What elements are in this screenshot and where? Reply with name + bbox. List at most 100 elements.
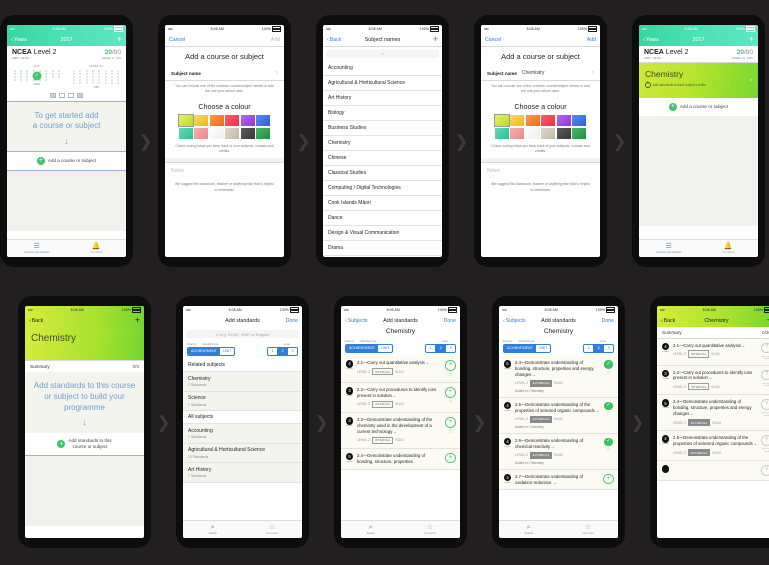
done-button[interactable]: Done	[286, 318, 298, 324]
ncea-level-row[interactable]: NCEA Level 2 20/80	[639, 46, 758, 57]
back-button[interactable]: ‹ Back	[327, 37, 341, 43]
segment-unit[interactable]: UNIT	[220, 348, 234, 355]
ncea-level-row[interactable]: NCEA Level 2 20/80	[7, 46, 126, 57]
swatch-white[interactable]	[525, 127, 540, 139]
standard-row[interactable]: ?	[657, 461, 769, 481]
swatch-salmon[interactable]	[194, 127, 209, 139]
swatch-green[interactable]	[256, 127, 271, 139]
standard-row[interactable]: 4 credits 2.6—Demonstrate understanding …	[499, 433, 618, 470]
level-selector[interactable]: 1 2 3	[267, 346, 298, 356]
star-icon[interactable]: ☆	[448, 429, 453, 436]
segment-achievement[interactable]: ACHIEVEMENT	[504, 344, 536, 352]
back-button-subjects[interactable]: ‹ Subjects	[503, 318, 526, 324]
swatch-blue[interactable]	[256, 115, 271, 127]
segment-unit[interactable]: UNIT	[378, 345, 392, 352]
list-item[interactable]: Business Studies	[323, 121, 442, 136]
list-item[interactable]: Chinese	[323, 151, 442, 166]
enter-result-icon[interactable]: ?	[761, 369, 769, 380]
star-icon[interactable]: ☆	[606, 370, 611, 377]
standard-row[interactable]: 4 credits 2.5—Demonstrate understanding …	[499, 397, 618, 434]
list-item[interactable]: Cook Islands Māori	[323, 196, 442, 211]
swatch-yellow-green[interactable]	[494, 114, 510, 127]
swatch-white[interactable]	[209, 127, 224, 139]
swatch-green[interactable]	[572, 127, 587, 139]
add-button[interactable]: +	[433, 35, 438, 44]
cancel-button[interactable]: Cancel	[485, 37, 501, 43]
summary-row[interactable]: Summary 0/20	[657, 327, 769, 338]
enter-result-icon[interactable]: ?	[761, 342, 769, 353]
swatch-purple[interactable]	[240, 115, 255, 127]
swatch-salmon[interactable]	[510, 127, 525, 139]
standard-added-check-icon[interactable]: ✓	[604, 437, 613, 447]
swatch-yellow[interactable]	[194, 115, 209, 127]
swatch-teal[interactable]	[178, 127, 193, 139]
tab-search[interactable]: ⌕ Search	[499, 521, 559, 538]
star-icon[interactable]: ☆	[606, 412, 611, 418]
back-button-subjects[interactable]: ‹ Subjects	[345, 318, 368, 324]
tab-courses-and-subjects[interactable]: ☰ Courses and Subjects	[639, 240, 699, 257]
swatch-orange[interactable]	[209, 115, 224, 127]
list-item[interactable]: Agricultural & Horticultural Science	[323, 76, 442, 91]
level-3[interactable]: 3	[446, 345, 455, 352]
swatch-beige[interactable]	[225, 127, 240, 139]
summary-row[interactable]: Summary 0/0	[25, 360, 144, 372]
segment-unit[interactable]: UNIT	[536, 345, 550, 352]
add-standard-icon[interactable]: +	[445, 387, 456, 398]
add-course-row[interactable]: + Add a course or subject	[7, 151, 126, 170]
course-card-chemistry[interactable]: Chemistry Add standards to track subject…	[639, 62, 758, 98]
standard-type-segmented-control[interactable]: ACHIEVEMENT UNIT	[503, 343, 552, 353]
add-course-row[interactable]: + Add a course or subject	[639, 97, 758, 116]
swatch-yellow-green[interactable]	[178, 114, 194, 127]
level-2[interactable]: 2	[278, 347, 289, 355]
list-item[interactable]: Accounting	[323, 61, 442, 76]
search-input[interactable]: ⌕	[326, 49, 439, 58]
list-item[interactable]: Chemistry	[323, 136, 442, 151]
back-button-years[interactable]: ‹ Years	[11, 37, 27, 43]
tab-favourites[interactable]: ☆ Favourites	[559, 521, 619, 538]
standard-row[interactable]: 4 credits 2.1—Carry out quantitative ana…	[341, 356, 460, 384]
add-button[interactable]: +	[749, 35, 754, 44]
list-item[interactable]: Chemistry 7 Standards	[183, 372, 302, 392]
standard-row[interactable]: 3 credits 2.2—Carry out procedures to id…	[341, 383, 460, 414]
done-button[interactable]: Done	[444, 318, 456, 324]
level-1[interactable]: 1	[268, 347, 279, 355]
notes-input[interactable]: Notes	[165, 162, 284, 179]
swatch-darkgrey[interactable]	[240, 127, 255, 139]
list-item[interactable]: Art History 7 Standards	[183, 463, 302, 483]
swatch-teal[interactable]	[494, 127, 509, 139]
page-indicator[interactable]	[7, 91, 126, 101]
back-button[interactable]: ‹ Back	[29, 318, 43, 324]
swatch-red[interactable]	[225, 115, 240, 127]
standard-row[interactable]: 4 credits 2.5—Demonstrate understanding …	[657, 431, 769, 462]
swatch-beige[interactable]	[541, 127, 556, 139]
list-item[interactable]: Agricultural & Horticultural Science 13 …	[183, 443, 302, 464]
standard-row[interactable]: 3 credits 2.3—Demonstrate understanding …	[341, 413, 460, 449]
search-input[interactable]: ⌕ e.g. 91337, 5957 or English	[186, 330, 299, 338]
segment-achievement[interactable]: ACHIEVEMENT	[188, 347, 220, 355]
list-item[interactable]: Biology	[323, 106, 442, 121]
notes-input[interactable]: Notes	[481, 162, 600, 179]
tab-favourites[interactable]: ☆ Favourites	[243, 521, 303, 538]
list-item[interactable]: Design & Visual Communication	[323, 226, 442, 241]
list-item[interactable]: Art History	[323, 91, 442, 106]
star-icon[interactable]: ☆	[448, 372, 453, 379]
tab-favourites[interactable]: ☆ Favourites	[401, 521, 461, 538]
standard-row[interactable]: 5 credits 2.4—Demonstrate understanding …	[657, 395, 769, 432]
standard-row[interactable]: 4 credits 2.1—Carry out quantitative ana…	[657, 338, 769, 366]
add-button[interactable]: Add	[587, 37, 596, 43]
star-icon[interactable]: ☆	[606, 448, 611, 454]
swatch-purple[interactable]	[556, 115, 571, 127]
level-3[interactable]: 3	[288, 348, 297, 355]
level-1[interactable]: 1	[426, 344, 437, 352]
level-selector[interactable]: 1 2 3	[583, 343, 614, 353]
list-item[interactable]: Computing / Digital Technologies	[323, 181, 442, 196]
standard-type-segmented-control[interactable]: ACHIEVEMENT UNIT	[187, 346, 236, 356]
list-item[interactable]: Science 7 Standards	[183, 391, 302, 412]
done-button[interactable]: Done	[602, 318, 614, 324]
level-2[interactable]: 2	[594, 344, 605, 352]
swatch-red[interactable]	[541, 115, 556, 127]
standard-row[interactable]: 5 credits 2.4—Demonstrate understanding …	[499, 356, 618, 398]
add-button[interactable]: +	[117, 35, 122, 44]
level-selector[interactable]: 1 2 3	[425, 343, 456, 353]
subject-name-field[interactable]: Subject name Chemistry ›	[481, 66, 600, 80]
